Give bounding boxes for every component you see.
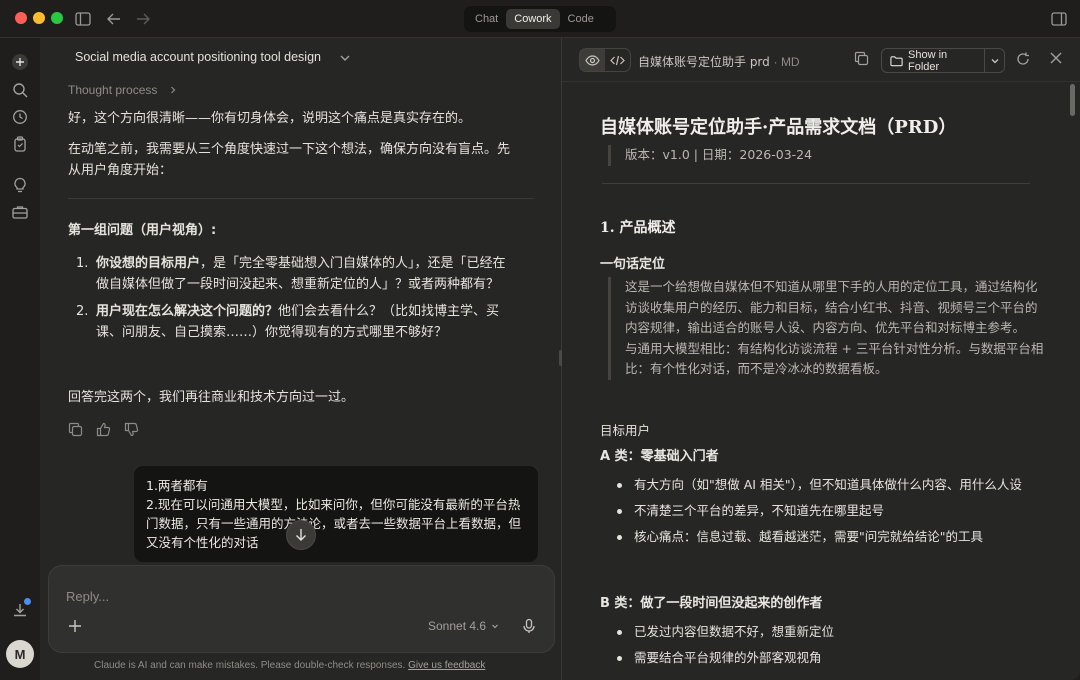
show-in-folder-button: Show in Folder — [881, 48, 1005, 73]
copy-icon[interactable] — [68, 422, 84, 438]
maximize-window-button[interactable] — [51, 12, 63, 24]
clock-icon[interactable] — [10, 107, 30, 127]
close-window-button[interactable] — [15, 12, 27, 24]
search-icon[interactable] — [10, 80, 30, 100]
user-message-bubble: 1.两者都有 2.现在可以问通用大模型，比如来问你，但你可能没有最新的平台热门数… — [134, 466, 538, 562]
preview-eye-icon[interactable] — [580, 49, 605, 71]
list-item: 已发过内容但数据不好，想重新定位 — [600, 622, 1050, 642]
question-group-heading: 第一组问题（用户视角）: — [68, 223, 217, 238]
subsection-heading: 一句话定位 — [600, 257, 666, 272]
model-selector[interactable]: Sonnet 4.6 — [428, 619, 500, 633]
group-a-list: 有大方向（如"想做 AI 相关"），但不知道具体做什么内容、用什么人设 不清楚三… — [600, 475, 1050, 553]
chevron-right-icon[interactable] — [168, 85, 178, 95]
one-liner-quote: 这是一个给想做自媒体但不知道从哪里下手的人用的定位工具，通过结构化访谈收集用户的… — [608, 277, 1048, 380]
panel-toggle-icon[interactable] — [1049, 9, 1069, 29]
chevron-down-icon[interactable] — [338, 51, 352, 65]
message-actions — [68, 422, 140, 438]
chat-panel: Social media account positioning tool de… — [40, 38, 562, 680]
thumbs-down-icon[interactable] — [124, 422, 140, 438]
briefcase-icon[interactable] — [10, 202, 30, 222]
back-arrow-icon[interactable] — [104, 9, 124, 29]
document-toolbar: 自媒体账号定位助手 prd · MD Show in Folder — [562, 38, 1080, 82]
document-meta: 版本：v1.0 | 日期：2026-03-24 — [608, 145, 812, 166]
notification-dot — [24, 598, 31, 605]
list-item: 需要结合平台规律的外部客观视角 — [600, 648, 1050, 668]
assistant-closing: 回答完这两个，我们再往商业和技术方向过一过。 — [68, 390, 355, 405]
mode-tab-chat[interactable]: Chat — [467, 9, 506, 29]
user-group-heading: B 类：做了一段时间但没起来的创作者 — [600, 596, 823, 611]
close-icon[interactable] — [1049, 51, 1067, 69]
clipboard-icon[interactable] — [10, 134, 30, 154]
vertical-scrollbar[interactable] — [1070, 84, 1075, 116]
feedback-link[interactable]: Give us feedback — [408, 660, 485, 671]
minimize-window-button[interactable] — [33, 12, 45, 24]
section-heading: 1. 产品概述 — [600, 220, 676, 236]
mode-tab-code[interactable]: Code — [560, 9, 602, 29]
lightbulb-icon[interactable] — [10, 175, 30, 195]
list-item: 有大方向（如"想做 AI 相关"），但不知道具体做什么内容、用什么人设 — [600, 475, 1050, 495]
plus-icon[interactable] — [10, 52, 30, 72]
thumbs-up-icon[interactable] — [96, 422, 112, 438]
thought-process-toggle[interactable]: Thought process — [68, 83, 157, 97]
assistant-pre-questions: 在动笔之前，我需要从三个角度快速过一下这个想法，确保方向没有盲点。先从用户角度开… — [68, 142, 511, 178]
copy-icon[interactable] — [854, 51, 872, 69]
list-item: 2. 用户现在怎么解决这个问题的？他们会去看什么？（比如找博主学、买课、问朋友、自… — [76, 304, 500, 340]
document-body: 自媒体账号定位助手·产品需求文档（PRD） 版本：v1.0 | 日期：2026-… — [562, 83, 1080, 680]
conversation-title[interactable]: Social media account positioning tool de… — [75, 50, 321, 64]
title-bar: Chat Cowork Code — [0, 0, 1080, 38]
sidebar-toggle-icon[interactable] — [73, 9, 93, 29]
scroll-to-bottom-button[interactable] — [286, 520, 316, 550]
view-mode-toggle — [579, 48, 631, 72]
user-message-line: 2.现在可以问通用大模型，比如来问你，但你可能没有最新的平台热门数据，只有一些通… — [146, 497, 522, 550]
code-view-icon[interactable] — [605, 49, 630, 71]
user-message-line: 1.两者都有 — [146, 478, 208, 493]
show-in-folder-main[interactable]: Show in Folder — [882, 49, 986, 73]
list-item: 不清楚三个平台的差异，不知道先在哪里起号 — [600, 501, 1050, 521]
left-rail: M — [0, 38, 40, 680]
reply-composer: Sonnet 4.6 — [48, 565, 555, 653]
user-group-heading: A 类：零基础入门者 — [600, 449, 719, 464]
microphone-icon[interactable] — [521, 618, 539, 636]
disclaimer: Claude is AI and can make mistakes. Plea… — [94, 660, 486, 671]
list-item: 1. 你设想的目标用户，是「完全零基础想入门自媒体的人」，还是「已经在做自媒体但做… — [76, 256, 506, 292]
assistant-intro: 好，这个方向很清晰——你有切身体会，说明这个痛点是真实存在的。 — [68, 111, 472, 126]
forward-arrow-icon[interactable] — [133, 9, 153, 29]
section-divider — [68, 198, 534, 199]
refresh-icon[interactable] — [1015, 51, 1033, 69]
horizontal-rule — [602, 183, 1030, 184]
folder-icon — [890, 55, 903, 66]
group-b-list: 已发过内容但数据不好，想重新定位 需要结合平台规律的外部客观视角 — [600, 622, 1050, 674]
quote-paragraph: 这是一个给想做自媒体但不知道从哪里下手的人用的定位工具，通过结构化访谈收集用户的… — [625, 279, 1038, 335]
document-title: 自媒体账号定位助手·产品需求文档（PRD） — [600, 117, 957, 138]
document-file-name: 自媒体账号定位助手 prd · MD — [638, 55, 800, 69]
chevron-down-icon[interactable] — [985, 56, 1004, 66]
document-panel: 自媒体账号定位助手 prd · MD Show in Folder 自媒体账号定… — [562, 38, 1080, 680]
app-window: Chat Cowork Code M Social media account … — [0, 0, 1080, 680]
quote-paragraph: 与通用大模型相比：有结构化访谈流程 + 三平台针对性分析。与数据平台相比：有个性… — [625, 340, 1044, 377]
arrow-down-icon — [296, 529, 306, 541]
model-name: Sonnet 4.6 — [428, 619, 487, 633]
reply-input[interactable] — [66, 586, 486, 606]
chevron-down-icon — [492, 624, 498, 629]
mode-switcher: Chat Cowork Code — [464, 6, 616, 32]
question-list: 1. 你设想的目标用户，是「完全零基础想入门自媒体的人」，还是「已经在做自媒体但做… — [68, 253, 518, 349]
subsection-label: 目标用户 — [600, 423, 651, 438]
avatar[interactable]: M — [6, 640, 34, 668]
add-attachment-icon[interactable] — [67, 618, 85, 636]
mode-tab-cowork[interactable]: Cowork — [506, 9, 560, 29]
list-item: 核心痛点：信息过载、越看越迷茫，需要"问完就给结论"的工具 — [600, 527, 1050, 547]
